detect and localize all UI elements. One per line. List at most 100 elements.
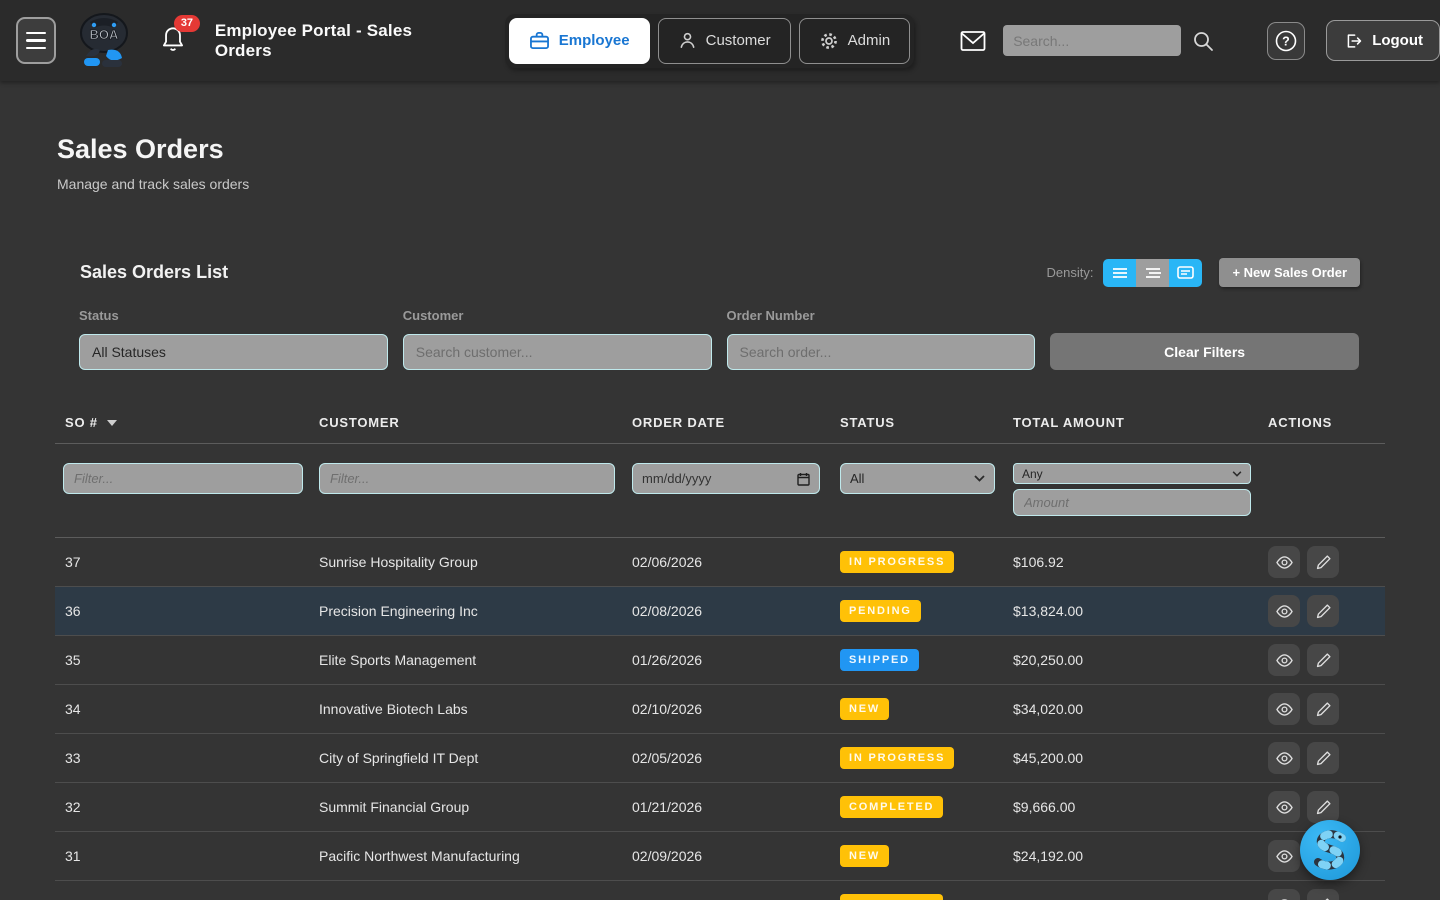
status-filter-value: All Statuses [92, 344, 166, 360]
logout-button[interactable]: Logout [1326, 20, 1440, 61]
density-standard-button[interactable] [1136, 259, 1169, 287]
table-row[interactable]: 32 Summit Financial Group 01/21/2026 COM… [55, 783, 1385, 832]
clear-filters-group: Clear Filters [1050, 308, 1359, 370]
cell-status: NEW [837, 698, 1013, 720]
edit-order-button[interactable] [1307, 693, 1339, 725]
edit-order-button[interactable] [1307, 546, 1339, 578]
table-row[interactable]: 35 Elite Sports Management 01/26/2026 SH… [55, 636, 1385, 685]
edit-order-button[interactable] [1307, 644, 1339, 676]
eye-icon [1275, 604, 1294, 619]
table-body: 37 Sunrise Hospitality Group 02/06/2026 … [55, 538, 1385, 900]
filters-bar: Status All Statuses Customer Order Numbe… [79, 308, 1359, 370]
pencil-icon [1315, 603, 1332, 620]
amount-column-filter-input[interactable] [1013, 489, 1251, 516]
status-filter-current: All [850, 471, 864, 486]
eye-icon [1275, 800, 1294, 815]
sales-orders-table: SO # CUSTOMER ORDER DATE STATUS TOTAL AM… [55, 415, 1385, 900]
column-header-status[interactable]: STATUS [837, 415, 1013, 430]
column-header-total-amount[interactable]: TOTAL AMOUNT [1013, 415, 1268, 430]
edit-order-button[interactable] [1307, 889, 1339, 900]
view-order-button[interactable] [1268, 595, 1300, 627]
status-badge: NEW [840, 698, 889, 720]
column-header-label: SO # [65, 415, 98, 430]
cell-actions [1268, 546, 1385, 578]
menu-icon[interactable] [16, 17, 56, 64]
cell-total-amount: $45,200.00 [1013, 750, 1268, 766]
customer-column-filter-input[interactable] [319, 463, 615, 494]
status-filter-label: Status [79, 308, 388, 323]
help-icon: ? [1274, 29, 1298, 53]
date-column-filter-input[interactable]: mm/dd/yyyy [632, 463, 820, 494]
status-column-filter-select[interactable]: All [840, 463, 995, 494]
amount-operator-value: Any [1022, 467, 1043, 481]
help-button[interactable]: ? [1267, 22, 1305, 60]
table-row[interactable]: 34 Innovative Biotech Labs 02/10/2026 NE… [55, 685, 1385, 734]
amount-operator-select[interactable]: Any [1013, 463, 1251, 484]
cell-total-amount: $20,250.00 [1013, 652, 1268, 668]
density-compact-button[interactable] [1103, 259, 1136, 287]
table-row[interactable]: 37 Sunrise Hospitality Group 02/06/2026 … [55, 538, 1385, 587]
order-number-filter-input[interactable] [727, 334, 1036, 370]
order-number-filter-label: Order Number [727, 308, 1036, 323]
density-toggle-group [1103, 259, 1202, 287]
table-filter-row: mm/dd/yyyy All Any [55, 444, 1385, 538]
cell-so-number: 37 [55, 554, 319, 570]
status-filter-group: Status All Statuses [79, 308, 388, 370]
order-number-filter-group: Order Number [727, 308, 1036, 370]
cell-so-number: 36 [55, 603, 319, 619]
cell-total-amount: $9,666.00 [1013, 799, 1268, 815]
table-row[interactable]: 31 Pacific Northwest Manufacturing 02/09… [55, 832, 1385, 881]
cell-status: COMPLETED [837, 894, 1013, 900]
cell-actions [1268, 889, 1385, 900]
mail-icon[interactable] [960, 30, 986, 52]
edit-order-button[interactable] [1307, 595, 1339, 627]
cell-status: COMPLETED [837, 796, 1013, 818]
search-icon[interactable] [1191, 29, 1215, 53]
edit-order-button[interactable] [1307, 742, 1339, 774]
search-input[interactable] [1003, 25, 1181, 56]
cell-so-number: 31 [55, 848, 319, 864]
tab-customer[interactable]: Customer [658, 18, 791, 64]
column-header-so[interactable]: SO # [55, 415, 319, 430]
clear-filters-button[interactable]: Clear Filters [1050, 333, 1359, 370]
table-row[interactable]: COMPLETED [55, 881, 1385, 900]
chat-fab-button[interactable] [1300, 820, 1360, 880]
cell-status: NEW [837, 845, 1013, 867]
gear-icon [819, 31, 839, 51]
notifications-button[interactable]: 37 [160, 24, 190, 58]
so-column-filter-input[interactable] [63, 463, 303, 494]
customer-filter-input[interactable] [403, 334, 712, 370]
tab-label: Admin [848, 32, 891, 49]
tab-label: Employee [559, 32, 630, 49]
column-header-order-date[interactable]: ORDER DATE [632, 415, 837, 430]
chevron-down-icon [974, 475, 985, 482]
table-row[interactable]: 36 Precision Engineering Inc 02/08/2026 … [55, 587, 1385, 636]
view-order-button[interactable] [1268, 840, 1300, 872]
view-order-button[interactable] [1268, 546, 1300, 578]
cell-total-amount: $24,192.00 [1013, 848, 1268, 864]
table-row[interactable]: 33 City of Springfield IT Dept 02/05/202… [55, 734, 1385, 783]
cell-order-date: 01/26/2026 [632, 652, 837, 668]
view-order-button[interactable] [1268, 742, 1300, 774]
new-sales-order-button[interactable]: + New Sales Order [1219, 258, 1360, 287]
cell-order-date: 02/09/2026 [632, 848, 837, 864]
cell-order-date: 01/21/2026 [632, 799, 837, 815]
view-order-button[interactable] [1268, 693, 1300, 725]
density-standard-icon [1145, 267, 1161, 279]
column-header-customer[interactable]: CUSTOMER [319, 415, 632, 430]
date-placeholder: mm/dd/yyyy [642, 471, 711, 486]
view-order-button[interactable] [1268, 791, 1300, 823]
status-filter-select[interactable]: All Statuses [79, 334, 388, 370]
cell-order-date: 02/08/2026 [632, 603, 837, 619]
view-order-button[interactable] [1268, 889, 1300, 900]
density-comfortable-button[interactable] [1169, 259, 1202, 287]
logout-label: Logout [1372, 32, 1423, 49]
tab-admin[interactable]: Admin [799, 18, 911, 64]
pencil-icon [1315, 750, 1332, 767]
cell-customer: Sunrise Hospitality Group [319, 554, 632, 570]
edit-order-button[interactable] [1307, 791, 1339, 823]
cell-so-number: 35 [55, 652, 319, 668]
view-order-button[interactable] [1268, 644, 1300, 676]
tab-employee[interactable]: Employee [509, 18, 650, 64]
page-title: Sales Orders [55, 134, 1385, 165]
